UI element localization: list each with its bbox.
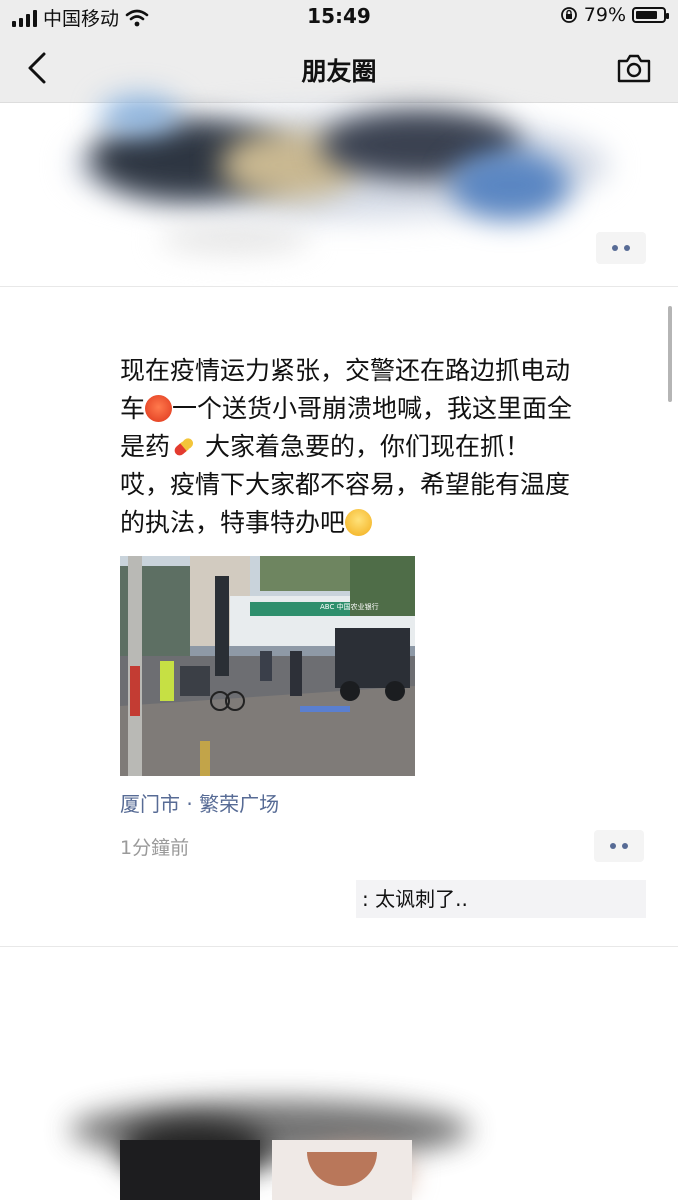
- post-line-5: 的执法，特事特办吧: [120, 504, 650, 542]
- next-post-photo-2[interactable]: [272, 1140, 412, 1200]
- dot-icon: [624, 245, 630, 251]
- comment[interactable]: : 太讽刺了..: [356, 880, 646, 918]
- location-link[interactable]: 厦门市 · 繁荣广场: [120, 788, 279, 817]
- next-post-photo-1[interactable]: [120, 1140, 260, 1200]
- dot-icon: [612, 245, 618, 251]
- dot-icon: [610, 843, 616, 849]
- battery-fill: [636, 11, 657, 19]
- post-line-1: 现在疫情运力紧张，交警还在路边抓电动: [120, 356, 571, 385]
- post-line-3: 是药 大家着急要的，你们现在抓！: [120, 432, 530, 461]
- more-button-post[interactable]: [594, 830, 644, 862]
- more-button-top[interactable]: [596, 232, 646, 264]
- divider: [0, 946, 678, 947]
- status-right: 79%: [560, 4, 669, 26]
- scrollbar[interactable]: [668, 306, 672, 402]
- street-photo: [120, 556, 415, 776]
- bag-image: [307, 1152, 377, 1186]
- bank-sign: ABC 中国农业银行: [320, 603, 379, 611]
- nav-bar: 朋友圈: [0, 34, 678, 103]
- camera-icon[interactable]: [616, 52, 652, 84]
- status-bar: 中国移动 15:49 79%: [0, 0, 678, 34]
- post-time: 1分鐘前: [120, 837, 190, 859]
- battery-icon: [632, 7, 669, 23]
- post-line-4: 哎，疫情下大家都不容易，希望能有温度: [120, 470, 571, 499]
- page-title: 朋友圈: [301, 57, 377, 86]
- battery-percent: 79%: [583, 4, 626, 26]
- dot-icon: [622, 843, 628, 849]
- orientation-lock-icon: [560, 7, 577, 23]
- sad-face-emoji-icon: [345, 509, 373, 536]
- pill-emoji-icon: [174, 438, 194, 456]
- divider: [0, 286, 678, 287]
- post-photo[interactable]: ABC 中国农业银行: [120, 556, 415, 776]
- post-line-2: 车一个送货小哥崩溃地喊，我这里面全: [120, 394, 573, 423]
- post-text: 现在疫情运力紧张，交警还在路边抓电动 车一个送货小哥崩溃地喊，我这里面全 是药 …: [120, 352, 650, 542]
- worried-face-emoji-icon: [145, 395, 173, 422]
